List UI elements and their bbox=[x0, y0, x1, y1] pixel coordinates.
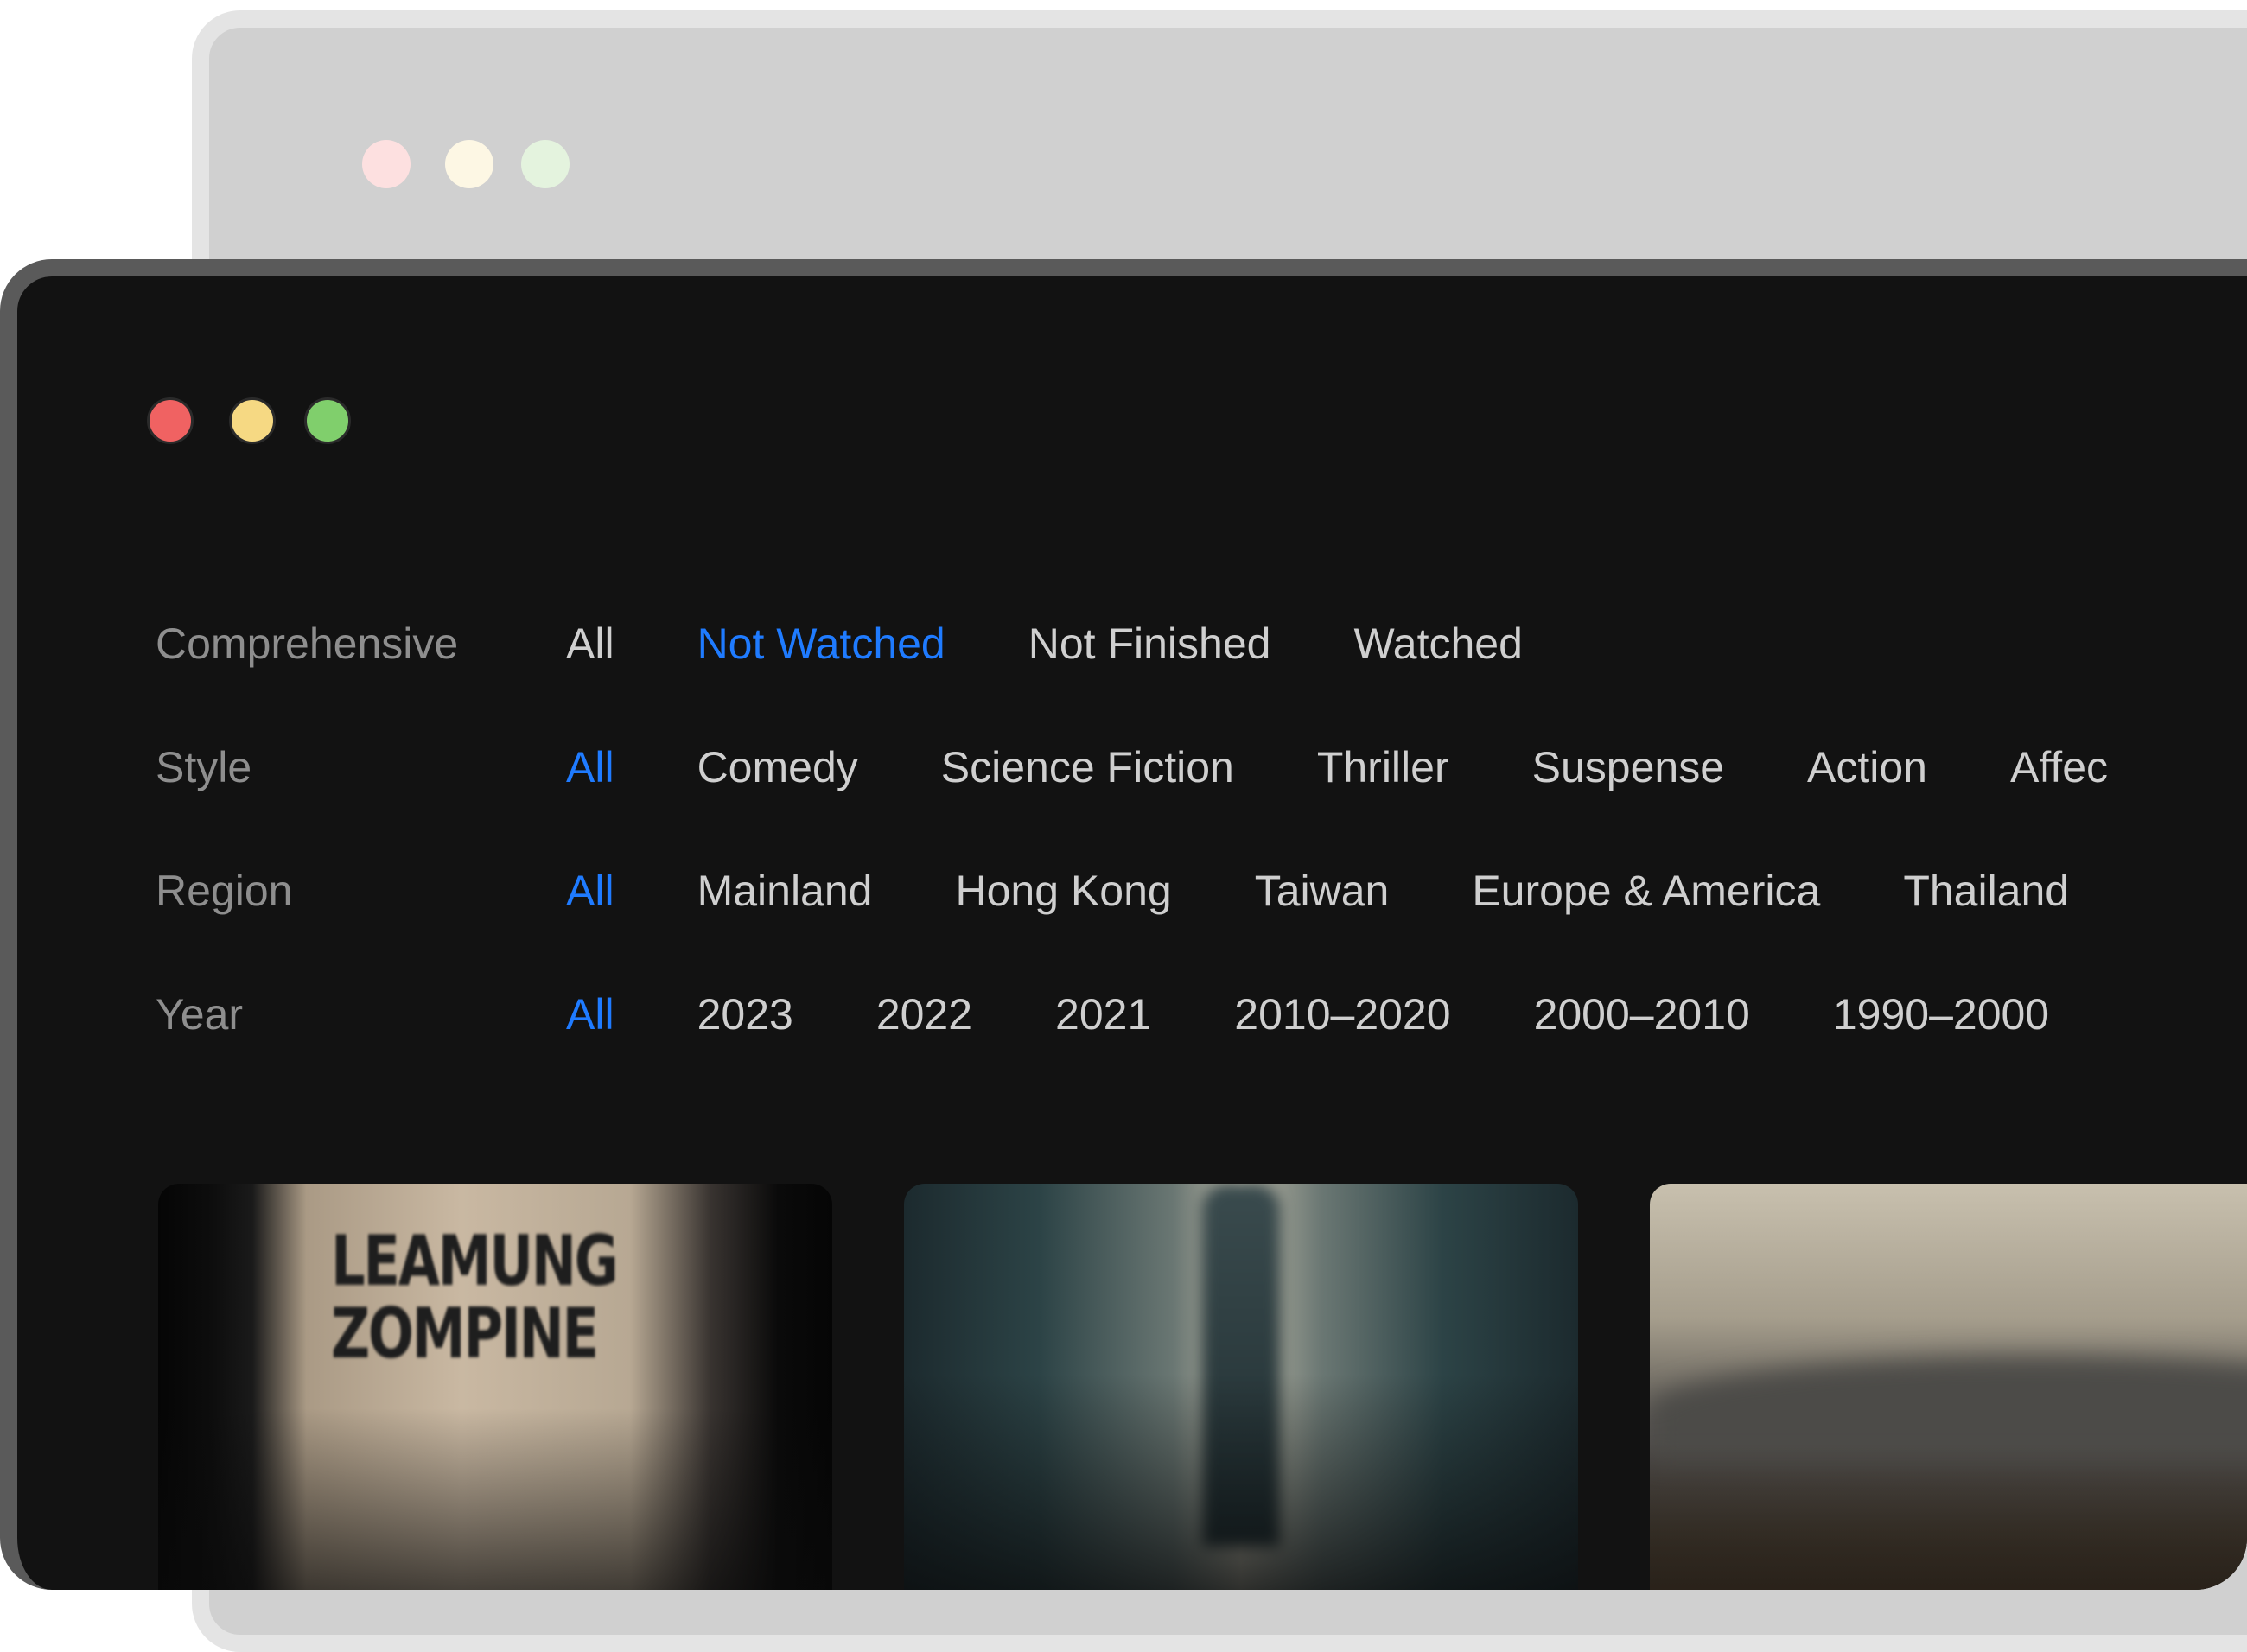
filter-option-year-0[interactable]: All bbox=[566, 989, 614, 1039]
filter-option-style-0[interactable]: All bbox=[566, 742, 614, 792]
minimize-icon bbox=[445, 140, 493, 188]
filter-option-year-6[interactable]: 1990–2000 bbox=[1833, 989, 2049, 1039]
filter-label: Comprehensive bbox=[156, 620, 459, 668]
filter-option-region-1[interactable]: Mainland bbox=[697, 866, 873, 916]
filter-option-year-2[interactable]: 2022 bbox=[876, 989, 972, 1039]
poster-card[interactable]: LEAMUNG ZOMPINE bbox=[158, 1184, 832, 1590]
filter-option-style-1[interactable]: Comedy bbox=[697, 742, 858, 792]
minimize-icon[interactable] bbox=[229, 397, 276, 444]
filter-option-region-4[interactable]: Europe & America bbox=[1472, 866, 1820, 916]
filter-row-region: Region All Mainland Hong Kong Taiwan Europe … bbox=[156, 861, 2152, 921]
filter-option-style-6[interactable]: Affec bbox=[2010, 742, 2108, 792]
filter-option-year-3[interactable]: 2021 bbox=[1055, 989, 1151, 1039]
poster-card[interactable] bbox=[1650, 1184, 2247, 1590]
filter-option-style-2[interactable]: Science Fiction bbox=[941, 742, 1234, 792]
filter-option-comprehensive-0[interactable]: All bbox=[566, 619, 614, 669]
filter-row-style: Style All Comedy Science Fiction Thriller Su… bbox=[156, 737, 2191, 797]
filter-label: Year bbox=[156, 990, 244, 1039]
filter-option-style-5[interactable]: Action bbox=[1807, 742, 1927, 792]
filter-option-region-2[interactable]: Hong Kong bbox=[955, 866, 1171, 916]
filter-option-style-3[interactable]: Thriller bbox=[1317, 742, 1449, 792]
poster-card[interactable] bbox=[904, 1184, 1578, 1590]
filter-option-region-3[interactable]: Taiwan bbox=[1255, 866, 1390, 916]
filter-row-year: Year All 2023 2022 2021 2010–2020 2000–2010 19… bbox=[156, 984, 2132, 1045]
poster-title: LEAMUNG ZOMPINE bbox=[331, 1221, 619, 1374]
app-window: Comprehensive All Not Watched Not Finished… bbox=[0, 259, 2247, 1590]
filter-option-year-5[interactable]: 2000–2010 bbox=[1534, 989, 1750, 1039]
filter-option-year-4[interactable]: 2010–2020 bbox=[1234, 989, 1450, 1039]
maximize-icon bbox=[521, 140, 570, 188]
filter-option-comprehensive-2[interactable]: Not Finished bbox=[1028, 619, 1271, 669]
filter-option-style-4[interactable]: Suspense bbox=[1532, 742, 1724, 792]
filter-label: Style bbox=[156, 743, 252, 791]
filter-option-region-0[interactable]: All bbox=[566, 866, 614, 916]
filter-option-region-5[interactable]: Thailand bbox=[1903, 866, 2069, 916]
close-icon bbox=[362, 140, 411, 188]
close-icon[interactable] bbox=[147, 397, 194, 444]
maximize-icon[interactable] bbox=[304, 397, 351, 444]
filter-label: Region bbox=[156, 867, 293, 915]
filter-option-comprehensive-3[interactable]: Watched bbox=[1353, 619, 1522, 669]
filter-option-comprehensive-1[interactable]: Not Watched bbox=[697, 619, 945, 669]
filter-row-comprehensive: Comprehensive All Not Watched Not Finished… bbox=[156, 613, 1606, 674]
filter-option-year-1[interactable]: 2023 bbox=[697, 989, 793, 1039]
